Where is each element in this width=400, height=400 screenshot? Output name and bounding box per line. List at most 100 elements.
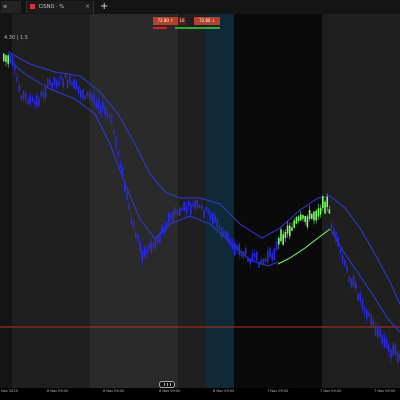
candle (99, 106, 102, 114)
candle (27, 99, 29, 105)
ask-badge[interactable]: 72.80 ↓ (194, 17, 220, 25)
candle (20, 96, 23, 101)
candle (289, 225, 291, 237)
axis-tick: 7 Nov 09:00 (267, 389, 289, 393)
candle (117, 151, 119, 156)
candle (234, 243, 236, 256)
candle (115, 136, 117, 149)
candle (308, 210, 311, 219)
candle (339, 248, 342, 253)
candle (344, 260, 346, 266)
time-axis-scroll-handle[interactable] (159, 381, 175, 388)
candle (5, 55, 7, 63)
candle (381, 334, 383, 344)
candle (258, 261, 260, 268)
candle (357, 293, 359, 301)
candle (302, 215, 304, 219)
candle (97, 101, 100, 109)
candle (113, 130, 115, 136)
axis-tick: 8 Nov 09:00 (213, 389, 235, 393)
candle (53, 76, 56, 86)
candle (44, 86, 47, 99)
session-band (0, 14, 12, 388)
candle (174, 207, 177, 215)
candle (280, 229, 282, 242)
candle (385, 339, 388, 348)
candle (84, 95, 86, 100)
candle (218, 225, 221, 230)
session-bands (0, 14, 400, 388)
candle (88, 92, 91, 100)
candle (77, 85, 80, 94)
candle (348, 276, 350, 282)
bid-badge[interactable]: 72.80 ↑ (153, 17, 178, 25)
candle (190, 204, 192, 215)
candle (324, 201, 326, 214)
candle (18, 85, 20, 92)
candle (284, 231, 287, 239)
candle (11, 56, 14, 66)
candle (363, 307, 366, 313)
candle (392, 343, 394, 356)
candle (247, 258, 249, 262)
candle (394, 344, 397, 355)
candle (7, 55, 9, 64)
candle (93, 94, 95, 104)
candle (326, 196, 328, 208)
candle (146, 249, 148, 255)
candle (390, 349, 392, 359)
candle (275, 240, 278, 251)
candle (183, 201, 185, 211)
tab-menu[interactable]: ≡ (1, 1, 21, 13)
candle (135, 233, 137, 238)
candle (229, 238, 232, 246)
candle (106, 110, 108, 118)
candle (396, 351, 399, 363)
candle (161, 225, 163, 234)
candle (223, 231, 225, 236)
candle (137, 234, 139, 243)
tab-chart[interactable]: CISNO · % × (26, 1, 94, 13)
candle (212, 213, 214, 225)
candle (201, 205, 203, 210)
candle (330, 224, 333, 229)
candle (335, 231, 337, 241)
candle (157, 234, 159, 244)
candle (251, 253, 254, 263)
candle (185, 206, 188, 214)
candle (328, 209, 331, 214)
session-band (234, 14, 322, 388)
candle (22, 90, 25, 99)
tab-menu-label: ≡ (3, 4, 8, 10)
candle (256, 251, 258, 261)
candle (278, 237, 280, 245)
candle (152, 242, 155, 248)
candle (82, 89, 84, 100)
candle (198, 204, 201, 208)
ask-indicator (175, 27, 220, 29)
candle (130, 217, 133, 225)
price-chart[interactable] (0, 14, 400, 388)
add-tab-button[interactable]: + (100, 0, 108, 14)
candle (150, 241, 152, 253)
candle (346, 266, 348, 273)
candle (25, 93, 27, 100)
candle (121, 166, 124, 177)
candle (86, 91, 89, 97)
candle (143, 246, 146, 257)
candle (172, 211, 174, 222)
candle (154, 237, 157, 249)
candle (271, 252, 273, 261)
candle (104, 106, 106, 116)
candle (236, 245, 238, 251)
candle (227, 232, 229, 243)
candle (42, 92, 45, 98)
candle (350, 278, 353, 288)
close-icon[interactable]: × (85, 1, 90, 13)
candle (69, 75, 71, 84)
candle (132, 221, 135, 229)
candle (366, 309, 368, 319)
candle (3, 53, 5, 61)
candle (286, 225, 289, 234)
candle (225, 231, 227, 238)
